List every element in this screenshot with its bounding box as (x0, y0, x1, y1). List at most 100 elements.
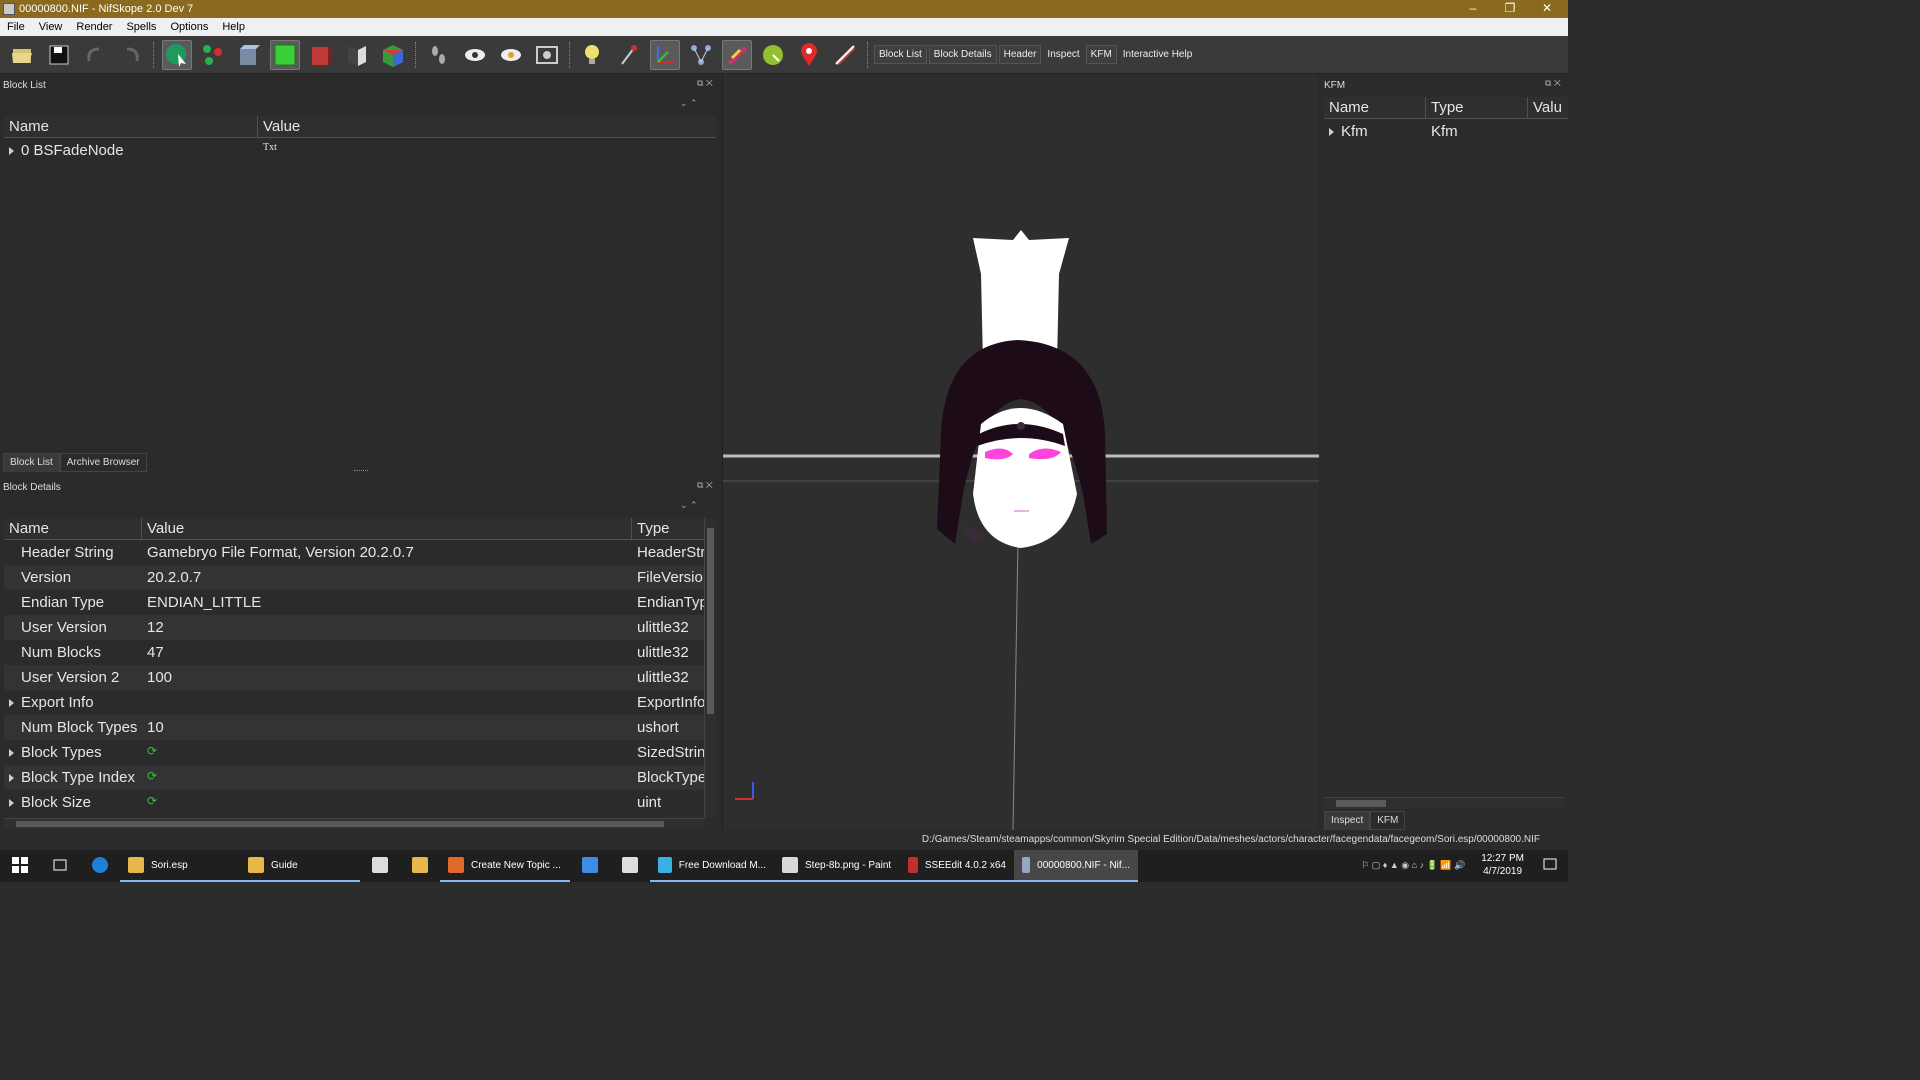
table-row[interactable]: Export Info ExportInfo (4, 690, 704, 715)
view-top-icon[interactable] (234, 40, 264, 70)
undo-icon[interactable] (80, 40, 110, 70)
taskbar-item[interactable]: Free Download M... (650, 850, 774, 882)
taskbar-item[interactable]: SSEEdit 4.0.2 x64 (900, 850, 1014, 882)
taskbar-item[interactable]: Step-8b.png - Paint (774, 850, 900, 882)
render-viewport[interactable] (722, 74, 1319, 831)
table-row[interactable]: Version 20.2.0.7 FileVersio (4, 565, 704, 590)
tab-block-list[interactable]: Block List (3, 453, 60, 472)
tab-inspect[interactable]: Inspect (1324, 811, 1371, 830)
expand-arrow-icon[interactable] (9, 699, 14, 708)
table-row[interactable]: Num Blocks 47 ulittle32 (4, 640, 704, 665)
axes-icon[interactable] (650, 39, 680, 70)
expand-arrow-icon[interactable] (9, 774, 14, 783)
menu-help[interactable]: Help (215, 21, 252, 33)
close-button[interactable]: ✕ (1529, 0, 1565, 18)
redo-icon[interactable] (116, 40, 146, 70)
col-value[interactable]: Valu (1528, 97, 1568, 118)
field-value[interactable]: ⟳ (142, 769, 632, 786)
toolbar-tab-header[interactable]: Header (998, 45, 1042, 64)
block-list-dock-buttons[interactable]: ⧉ ✕ (697, 78, 713, 89)
constraints-icon[interactable] (830, 40, 860, 70)
task-view-button[interactable] (40, 850, 80, 882)
interactive-help-button[interactable]: Interactive Help (1119, 46, 1196, 63)
view-walk-icon[interactable] (342, 40, 372, 70)
taskbar-item[interactable] (400, 850, 440, 882)
table-row[interactable]: Header String Gamebryo File Format, Versi… (4, 540, 704, 565)
axis-pin-icon[interactable] (614, 40, 644, 70)
screenshot-icon[interactable] (532, 40, 562, 70)
col-value[interactable]: Value (142, 518, 632, 539)
menu-options[interactable]: Options (163, 21, 215, 33)
table-row[interactable]: Block Types ⟳ SizedStrin (4, 740, 704, 765)
field-value[interactable]: 10 (142, 719, 632, 736)
select-object-icon[interactable] (162, 39, 192, 70)
details-vertical-scrollbar[interactable] (704, 518, 716, 818)
tab-archive-browser[interactable]: Archive Browser (59, 453, 147, 472)
start-button[interactable] (0, 850, 40, 882)
collapse-expand-icon[interactable]: ⌄ ⌃ (680, 98, 698, 109)
col-name[interactable]: Name (4, 116, 258, 137)
field-value[interactable]: ENDIAN_LITTLE (142, 594, 632, 611)
table-row[interactable]: User Version 12 ulittle32 (4, 615, 704, 640)
action-center-button[interactable] (1532, 850, 1568, 882)
restore-button[interactable]: ❐ (1492, 0, 1528, 18)
eye-icon[interactable] (460, 40, 490, 70)
nodes-icon[interactable] (686, 40, 716, 70)
footprints-icon[interactable] (424, 40, 454, 70)
taskbar-item[interactable]: 00000800.NIF - Nif... (1014, 850, 1138, 882)
taskbar-item[interactable]: Guide (240, 850, 360, 882)
toolbar-tab-block-details[interactable]: Block Details (928, 45, 997, 64)
expand-arrow-icon[interactable] (9, 749, 14, 758)
minimize-button[interactable]: – (1455, 0, 1491, 18)
field-value[interactable]: 47 (142, 644, 632, 661)
expand-arrow-icon[interactable] (1329, 128, 1334, 137)
field-value[interactable]: Gamebryo File Format, Version 20.2.0.7 (142, 544, 632, 561)
field-value[interactable]: 100 (142, 669, 632, 686)
menu-render[interactable]: Render (69, 21, 119, 33)
toolbar-tab-inspect[interactable]: Inspect (1043, 46, 1083, 63)
expand-arrow-icon[interactable] (9, 147, 14, 156)
havok-icon[interactable] (722, 39, 752, 70)
col-type[interactable]: Type (1426, 97, 1528, 118)
menu-view[interactable]: View (32, 21, 70, 33)
table-row[interactable]: User Version 2 100 ulittle32 (4, 665, 704, 690)
details-horizontal-scrollbar[interactable] (4, 818, 704, 829)
kfm-horizontal-scrollbar[interactable] (1324, 797, 1564, 809)
col-value[interactable]: Value (258, 116, 716, 137)
view-user-icon[interactable] (378, 40, 408, 70)
clock[interactable]: 12:27 PM 4/7/2019 (1473, 850, 1532, 882)
taskbar-item[interactable] (610, 850, 650, 882)
collapse-expand-icon[interactable]: ⌄ ⌃ (680, 500, 698, 511)
table-row[interactable]: Endian Type ENDIAN_LITTLE EndianTyp (4, 590, 704, 615)
col-name[interactable]: Name (1324, 97, 1426, 118)
field-value[interactable]: ⟳ (142, 744, 632, 761)
view-front-icon[interactable] (270, 39, 300, 70)
view-side-icon[interactable] (306, 40, 336, 70)
edge-button[interactable] (80, 850, 120, 882)
col-type[interactable]: Type (632, 518, 704, 539)
light-icon[interactable] (578, 40, 608, 70)
field-value[interactable]: 20.2.0.7 (142, 569, 632, 586)
taskbar-item[interactable] (360, 850, 400, 882)
tree-row[interactable]: Kfm Kfm (1324, 119, 1568, 144)
tab-kfm[interactable]: KFM (1370, 811, 1406, 830)
load-icon[interactable] (8, 40, 38, 70)
col-name[interactable]: Name (4, 518, 142, 539)
table-row[interactable]: Num Block Types 10 ushort (4, 715, 704, 740)
kfm-dock-buttons[interactable]: ⧉ ✕ (1545, 78, 1561, 89)
furniture-icon[interactable] (758, 40, 788, 70)
eye-hidden-icon[interactable] (496, 40, 526, 70)
system-tray[interactable]: ⚐ ▢ ♦ ▲ ◉ ⌂ ♪ 🔋 📶 🔊 (1353, 850, 1473, 882)
table-row[interactable]: Block Size ⟳ uint (4, 790, 704, 815)
expand-arrow-icon[interactable] (9, 799, 14, 808)
menu-file[interactable]: File (0, 21, 32, 33)
menu-spells[interactable]: Spells (119, 21, 163, 33)
marker-icon[interactable] (794, 40, 824, 70)
field-value[interactable]: ⟳ (142, 794, 632, 811)
field-value[interactable]: 12 (142, 619, 632, 636)
taskbar-item[interactable] (570, 850, 610, 882)
block-details-dock-buttons[interactable]: ⧉ ✕ (697, 480, 713, 491)
splitter-handle[interactable] (354, 470, 368, 471)
table-row[interactable]: Block Type Index ⟳ BlockType (4, 765, 704, 790)
taskbar-item[interactable]: Create New Topic ... (440, 850, 570, 882)
